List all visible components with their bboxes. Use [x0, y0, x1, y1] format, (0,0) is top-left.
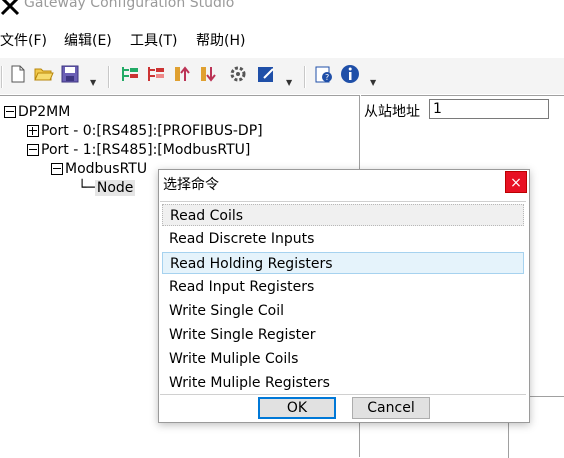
ok-button[interactable]: OK — [258, 397, 336, 419]
collapse-icon[interactable] — [27, 144, 39, 156]
close-button[interactable]: × — [505, 171, 527, 193]
toolbar-separator — [108, 66, 110, 88]
help-query-icon[interactable]: ? — [314, 64, 334, 84]
menu-tools[interactable]: 工具(T) — [130, 30, 177, 50]
command-read-holding-registers[interactable]: Read Holding Registers — [162, 252, 524, 274]
menu-file[interactable]: 文件(F) — [0, 30, 47, 50]
add-node-icon[interactable] — [120, 64, 140, 84]
tree-item-label: Port - 1:[RS485]:[ModbusRTU] — [41, 142, 251, 158]
command-write-multiple-registers[interactable]: Write Muliple Registers — [162, 372, 524, 394]
slave-address-label: 从站地址 — [364, 104, 420, 120]
chevron-down-icon[interactable]: ▼ — [370, 79, 378, 87]
command-read-coils[interactable]: Read Coils — [162, 204, 524, 226]
tree-item-label: DP2MM — [18, 104, 71, 120]
command-read-input-registers[interactable]: Read Input Registers — [162, 276, 524, 298]
tree-item-label: Node — [94, 180, 136, 196]
cancel-button[interactable]: Cancel — [352, 397, 430, 419]
command-list: Read Coils Read Discrete Inputs Read Hol… — [160, 201, 526, 395]
command-write-single-coil[interactable]: Write Single Coil — [162, 300, 524, 322]
save-icon[interactable] — [60, 64, 80, 84]
toolbar-separator — [304, 66, 306, 88]
command-read-discrete-inputs[interactable]: Read Discrete Inputs — [162, 228, 524, 250]
move-down-icon[interactable] — [198, 64, 218, 84]
move-up-icon[interactable] — [172, 64, 192, 84]
tree-item-root[interactable]: DP2MM — [4, 104, 70, 120]
tree-item-port1[interactable]: Port - 1:[RS485]:[ModbusRTU] — [27, 142, 250, 158]
open-folder-icon[interactable] — [34, 64, 54, 84]
delete-node-icon[interactable] — [146, 64, 166, 84]
edit-icon[interactable] — [256, 64, 276, 84]
command-write-single-register[interactable]: Write Single Register — [162, 324, 524, 346]
toolbar: ▼ ▼ ? ▼ — [0, 58, 564, 94]
toolbar-separator — [1, 66, 3, 88]
slave-address-field[interactable]: 1 — [429, 99, 549, 119]
tree-item-node[interactable]: └─ Node — [78, 180, 136, 196]
info-icon[interactable] — [340, 64, 360, 84]
title-bar: Gateway Configuration Studio — [0, 0, 564, 22]
command-write-multiple-coils[interactable]: Write Muliple Coils — [162, 348, 524, 370]
select-command-dialog: 选择命令 × Read Coils Read Discrete Inputs R… — [158, 169, 530, 423]
collapse-icon[interactable] — [4, 106, 16, 118]
menu-help[interactable]: 帮助(H) — [196, 30, 245, 50]
dialog-title: 选择命令 — [163, 177, 219, 193]
menu-edit[interactable]: 编辑(E) — [64, 30, 112, 50]
new-file-icon[interactable] — [8, 64, 28, 84]
tree-item-label: Port - 0:[RS485]:[PROFIBUS-DP] — [41, 123, 263, 139]
close-icon: × — [510, 175, 522, 191]
chevron-down-icon[interactable]: ▼ — [286, 79, 294, 87]
app-logo-icon — [0, 0, 20, 16]
settings-icon[interactable] — [228, 64, 248, 84]
collapse-icon[interactable] — [51, 163, 63, 175]
chevron-down-icon[interactable]: ▼ — [90, 79, 98, 87]
expand-icon[interactable] — [27, 125, 39, 137]
tree-item-port0[interactable]: Port - 0:[RS485]:[PROFIBUS-DP] — [27, 123, 263, 139]
window-title: Gateway Configuration Studio — [24, 0, 235, 11]
tree-item-modbusrtu[interactable]: ModbusRTU — [51, 161, 147, 177]
tree-item-label: ModbusRTU — [65, 161, 148, 177]
svg-text:?: ? — [325, 73, 329, 82]
tree-connector: └─ — [78, 180, 95, 196]
menu-bar: 文件(F) 编辑(E) 工具(T) 帮助(H) — [0, 30, 564, 52]
